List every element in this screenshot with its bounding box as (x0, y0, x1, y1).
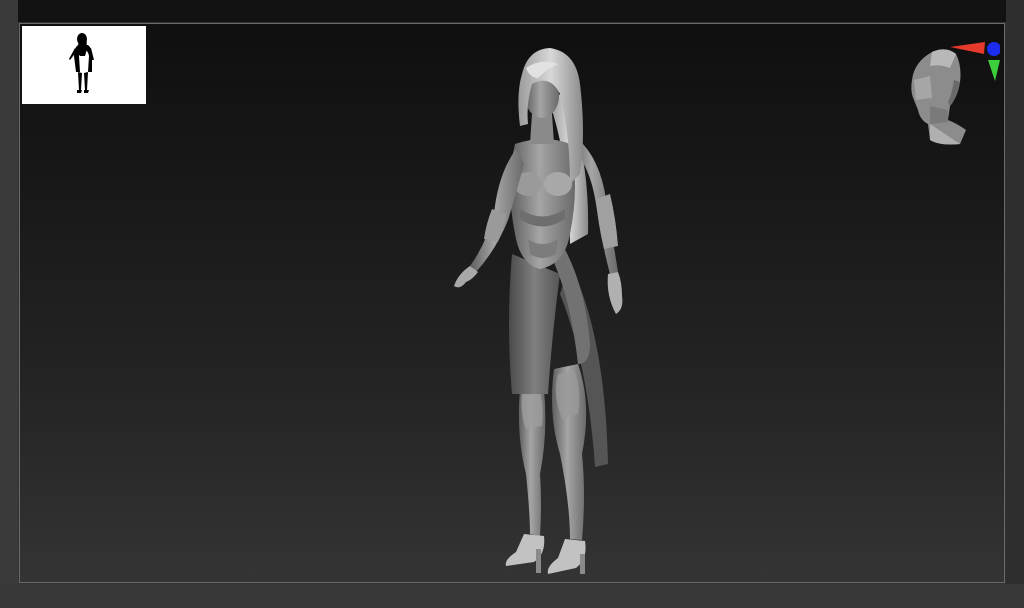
z-axis-icon (987, 42, 1000, 56)
navigator-head-icon[interactable] (900, 40, 1000, 150)
left-tray[interactable] (0, 0, 18, 608)
right-tray[interactable] (1006, 0, 1024, 608)
silhouette-icon (69, 33, 94, 93)
zbrush-window (0, 0, 1024, 608)
x-axis-icon (950, 42, 985, 54)
top-toolbar-area (0, 0, 1024, 22)
silhouette-thumbnail[interactable] (22, 26, 146, 104)
bottom-shelf (0, 584, 1024, 608)
y-axis-icon (988, 60, 1000, 81)
sculpt-model[interactable] (420, 34, 650, 574)
document-canvas[interactable] (19, 23, 1005, 583)
